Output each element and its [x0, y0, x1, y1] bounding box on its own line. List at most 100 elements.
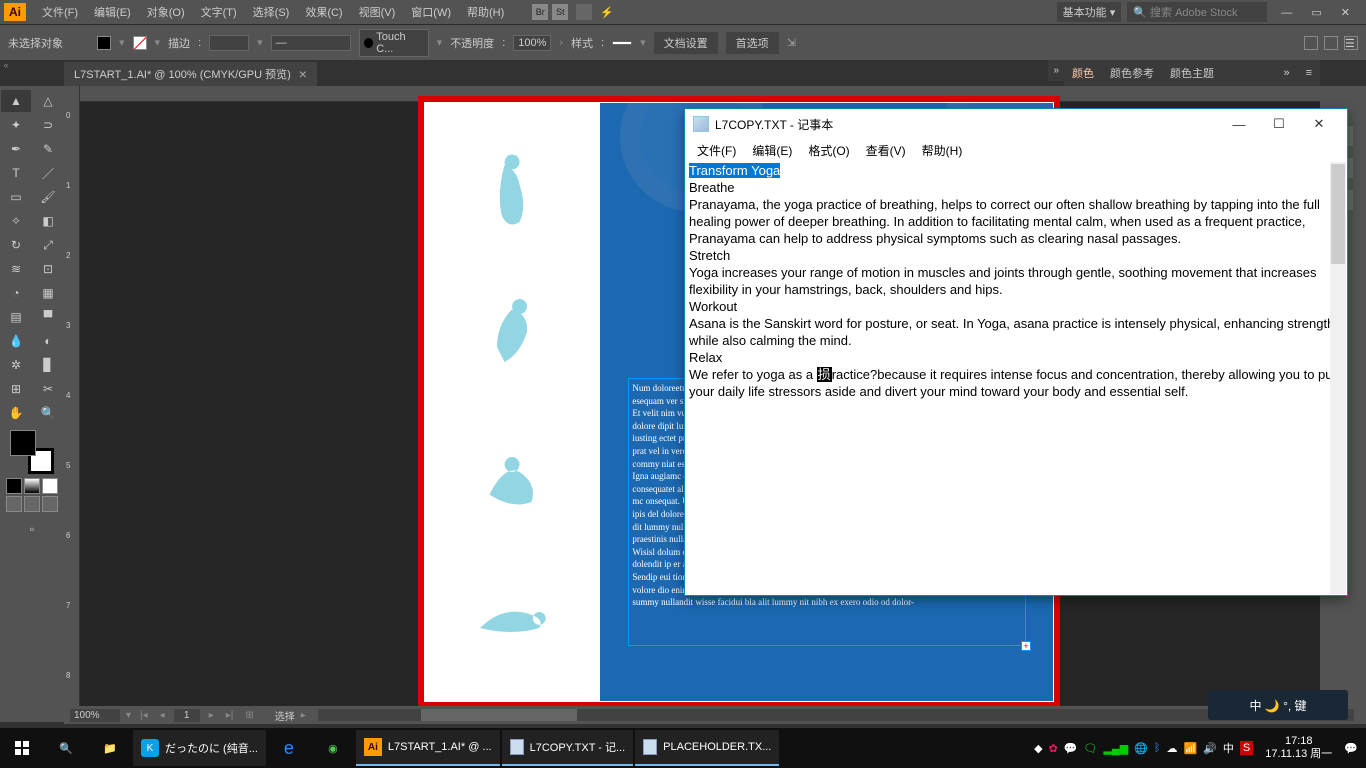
opacity-field[interactable]: 100%	[513, 35, 551, 51]
draw-inside-icon[interactable]	[42, 496, 58, 512]
notepad-close-button[interactable]: ✕	[1299, 110, 1339, 138]
fill-color-swatch[interactable]	[10, 430, 36, 456]
rectangle-tool[interactable]: ▭	[1, 186, 31, 208]
tray-wechat-icon[interactable]: 🗨	[1083, 742, 1097, 755]
hand-tool[interactable]: ✋	[1, 402, 31, 424]
scrollbar-thumb[interactable]	[1331, 164, 1345, 264]
menu-object[interactable]: 对象(O)	[139, 0, 193, 24]
tray-keyboard-icon[interactable]: S	[1240, 741, 1253, 755]
artboard-tool[interactable]: ⊞	[1, 378, 31, 400]
search-button[interactable]: 🔍	[44, 728, 88, 768]
zoom-tool[interactable]: 🔍	[33, 402, 63, 424]
maximize-button[interactable]: ▭	[1303, 7, 1329, 19]
notepad-titlebar[interactable]: L7COPY.TXT - 记事本 — ☐ ✕	[685, 109, 1347, 139]
edge-button[interactable]: e	[267, 728, 311, 768]
next-artboard-button[interactable]: ▸	[206, 710, 217, 721]
perspective-tool[interactable]: ▦	[33, 282, 63, 304]
draw-behind-icon[interactable]	[24, 496, 40, 512]
document-tab[interactable]: L7START_1.AI* @ 100% (CMYK/GPU 预览) ×	[64, 62, 317, 86]
screen-mode-icon[interactable]: ▫	[17, 518, 47, 540]
grid-icon[interactable]	[1324, 36, 1338, 50]
selection-tool[interactable]: ▲	[1, 90, 31, 112]
start-button[interactable]	[0, 728, 44, 768]
artboard-number-field[interactable]: 1	[174, 709, 200, 722]
menu-effect[interactable]: 效果(C)	[297, 0, 350, 24]
explorer-button[interactable]: 📁	[88, 728, 132, 768]
close-button[interactable]: ✕	[1333, 7, 1358, 19]
ime-indicator[interactable]: 中 🌙 °, 键	[1208, 690, 1348, 720]
doc-setup-button[interactable]: 文档设置	[654, 32, 718, 54]
notepad-text-area[interactable]: Transform Yoga Breathe Pranayama, the yo…	[685, 161, 1347, 591]
np-menu-help[interactable]: 帮助(H)	[914, 142, 971, 159]
mesh-tool[interactable]: ▤	[1, 306, 31, 328]
line-tool[interactable]: ／	[33, 162, 63, 184]
np-menu-format[interactable]: 格式(O)	[800, 142, 857, 159]
task-illustrator[interactable]: AiL7START_1.AI* @ ...	[356, 730, 500, 766]
task-notepad[interactable]: L7COPY.TXT - 记...	[502, 730, 634, 766]
gradient-mode-icon[interactable]	[24, 478, 40, 494]
panel-tab-color-themes[interactable]: 颜色主题	[1162, 65, 1222, 81]
taskbar-clock[interactable]: 17:18 17.11.13 周一	[1259, 735, 1338, 761]
expand-panels-icon[interactable]: »	[1048, 60, 1064, 81]
tray-network-icon[interactable]: 🌐	[1134, 742, 1148, 755]
collapse-tools-icon[interactable]: «	[0, 60, 12, 74]
pen-tool[interactable]: ✒	[1, 138, 31, 160]
menu-help[interactable]: 帮助(H)	[459, 0, 512, 24]
artboard-nav-icon[interactable]: ⊞	[242, 710, 256, 721]
lasso-tool[interactable]: ⊃	[33, 114, 63, 136]
notifications-button[interactable]: 💬	[1344, 742, 1358, 755]
tray-icon-2[interactable]: ✿	[1049, 742, 1058, 755]
panel-menu-icon[interactable]: ≡	[1298, 67, 1320, 79]
menu-edit[interactable]: 编辑(E)	[86, 0, 139, 24]
rotate-tool[interactable]: ↻	[1, 234, 31, 256]
notepad-scrollbar[interactable]	[1330, 162, 1346, 594]
draw-normal-icon[interactable]	[6, 496, 22, 512]
first-artboard-button[interactable]: |◂	[137, 710, 151, 721]
prefs-button[interactable]: 首选项	[726, 32, 779, 54]
symbol-sprayer-tool[interactable]: ✲	[1, 354, 31, 376]
transform-icon[interactable]: ⇲	[787, 36, 796, 49]
menu-file[interactable]: 文件(F)	[34, 0, 86, 24]
workspace-switcher[interactable]: 基本功能 ▾	[1057, 2, 1122, 22]
tray-bluetooth-icon[interactable]: ᛒ	[1154, 742, 1161, 754]
h-scrollbar-thumb[interactable]	[421, 709, 576, 721]
scale-tool[interactable]: ⤢	[33, 234, 63, 256]
shaper-tool[interactable]: ✧	[1, 210, 31, 232]
stroke-swatch[interactable]	[133, 36, 147, 50]
magic-wand-tool[interactable]: ✦	[1, 114, 31, 136]
prev-artboard-button[interactable]: ◂	[157, 710, 168, 721]
tray-icon-1[interactable]: ◆	[1034, 742, 1042, 755]
tray-volume-icon[interactable]: 🔊	[1203, 742, 1217, 755]
menu-icon[interactable]: ☰	[1344, 36, 1358, 50]
tray-wifi-icon[interactable]: 📶	[1183, 742, 1197, 755]
close-tab-icon[interactable]: ×	[299, 66, 307, 82]
none-mode-icon[interactable]	[42, 478, 58, 494]
free-transform-tool[interactable]: ⊡	[33, 258, 63, 280]
tray-icon-3[interactable]: 💬	[1064, 742, 1078, 755]
np-menu-file[interactable]: 文件(F)	[689, 142, 744, 159]
paintbrush-tool[interactable]: 🖌	[33, 186, 63, 208]
horizontal-ruler[interactable]	[80, 86, 1320, 102]
np-menu-edit[interactable]: 编辑(E)	[744, 142, 800, 159]
browser-button[interactable]: ◉	[311, 728, 355, 768]
fill-swatch[interactable]	[97, 36, 111, 50]
overflow-indicator-icon[interactable]: +	[1021, 641, 1031, 651]
gpu-icon[interactable]: ⚡	[600, 6, 614, 19]
color-mode-icon[interactable]	[6, 478, 22, 494]
fill-stroke-box[interactable]	[10, 430, 54, 474]
menu-select[interactable]: 选择(S)	[245, 0, 298, 24]
notepad-window[interactable]: L7COPY.TXT - 记事本 — ☐ ✕ 文件(F) 编辑(E) 格式(O)…	[684, 108, 1348, 596]
stroke-profile-field[interactable]: —	[271, 35, 351, 51]
minimize-button[interactable]: —	[1273, 7, 1300, 19]
slice-tool[interactable]: ✂	[33, 378, 63, 400]
search-stock-input[interactable]: 🔍 搜索 Adobe Stock	[1127, 2, 1267, 22]
align-icon[interactable]	[1304, 36, 1318, 50]
stroke-weight-field[interactable]	[209, 35, 249, 51]
graph-tool[interactable]: ▊	[33, 354, 63, 376]
gradient-tool[interactable]: ▀	[33, 306, 63, 328]
menu-type[interactable]: 文字(T)	[193, 0, 245, 24]
stock-icon[interactable]: St	[552, 4, 568, 20]
last-artboard-button[interactable]: ▸|	[223, 710, 237, 721]
shape-builder-tool[interactable]: ◔	[1, 282, 31, 304]
task-music[interactable]: Kだったのに (纯音...	[133, 730, 266, 766]
